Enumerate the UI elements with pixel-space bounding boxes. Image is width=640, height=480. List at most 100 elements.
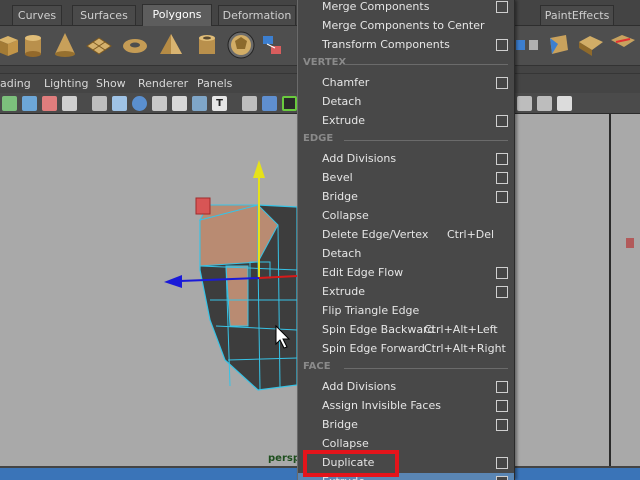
resolution-gate-icon[interactable] — [282, 96, 297, 111]
menu-item-shortcut: Ctrl+Del — [447, 228, 495, 241]
poly-soccer-ball-icon[interactable] — [226, 30, 256, 60]
safe-action-icon[interactable] — [537, 96, 552, 111]
menu-item-bevel[interactable]: Bevel — [298, 169, 514, 188]
menu-section-title: FACE — [303, 361, 331, 372]
menu-item-detach[interactable]: Detach — [298, 245, 514, 264]
menu-item-label: Add Divisions — [322, 380, 397, 393]
smooth-shade-icon[interactable] — [132, 96, 147, 111]
field-chart-icon[interactable] — [517, 96, 532, 111]
menu-section-edge: EDGE — [298, 132, 514, 148]
menu-section-title: VERTEX — [303, 57, 347, 68]
menu-item-spin-edge-forward[interactable]: Spin Edge Forward Ctrl+Alt+Right — [298, 340, 514, 359]
menu-item-assign-invisible-faces[interactable]: Assign Invisible Faces — [298, 397, 514, 416]
menu-item-label: Flip Triangle Edge — [322, 304, 420, 317]
option-box-icon[interactable] — [496, 419, 508, 431]
menu-item-label: Add Divisions — [322, 152, 397, 165]
menu-item-spin-edge-backward[interactable]: Spin Edge Backward Ctrl+Alt+Left — [298, 321, 514, 340]
isolate-select-icon[interactable] — [242, 96, 257, 111]
menu-item-chamfer[interactable]: Chamfer — [298, 74, 514, 93]
menu-item-label: Collapse — [322, 209, 369, 222]
menu-section-face: FACE — [298, 360, 514, 376]
menu-renderer[interactable]: Renderer — [138, 77, 188, 90]
option-box-icon[interactable] — [496, 400, 508, 412]
menu-item-label: Detach — [322, 247, 362, 260]
menu-item-label: Bevel — [322, 171, 353, 184]
menu-item-flip-triangle-edge[interactable]: Flip Triangle Edge — [298, 302, 514, 321]
tab-painteffects[interactable]: PaintEffects — [540, 5, 614, 25]
menu-item-bridge[interactable]: Bridge — [298, 416, 514, 435]
tab-deformation[interactable]: Deformation — [218, 5, 296, 25]
menu-section-vertex: VERTEX — [298, 56, 514, 72]
use-default-material-icon[interactable] — [262, 96, 277, 111]
menu-item-delete-edge-vertex[interactable]: Delete Edge/Vertex Ctrl+Del — [298, 226, 514, 245]
polygon-mesh[interactable] — [199, 204, 298, 391]
menu-item-bridge[interactable]: Bridge — [298, 188, 514, 207]
menu-panels[interactable]: Panels — [197, 77, 232, 90]
option-box-icon[interactable] — [496, 172, 508, 184]
tab-surfaces[interactable]: Surfaces — [72, 5, 136, 25]
menu-item-add-divisions[interactable]: Add Divisions — [298, 378, 514, 397]
option-box-icon[interactable] — [496, 191, 508, 203]
menu-shading[interactable]: ading — [0, 77, 31, 90]
poly-torus-icon[interactable] — [120, 30, 150, 60]
extrude-tool-icon[interactable] — [544, 30, 574, 60]
option-box-icon[interactable] — [496, 381, 508, 393]
menu-item-shortcut: Ctrl+Alt+Left — [424, 323, 498, 336]
menu-item-edit-edge-flow[interactable]: Edit Edge Flow — [298, 264, 514, 283]
grid-icon[interactable] — [112, 96, 127, 111]
menu-item-label: Extrude — [322, 285, 366, 298]
option-box-icon[interactable] — [496, 286, 508, 298]
wireframe-on-shaded-icon[interactable] — [172, 96, 187, 111]
camera-attributes-icon[interactable] — [22, 96, 37, 111]
option-box-icon[interactable] — [496, 1, 508, 13]
menu-item-extrude[interactable]: Extrude — [298, 112, 514, 131]
menu-lighting[interactable]: Lighting — [44, 77, 88, 90]
menu-item-transform-components[interactable]: Transform Components — [298, 36, 514, 55]
poly-cone-icon[interactable] — [50, 30, 80, 60]
menu-show[interactable]: Show — [96, 77, 126, 90]
split-polygon-icon[interactable] — [608, 30, 638, 60]
xray-icon[interactable] — [192, 96, 207, 111]
menu-item-extrude[interactable]: Extrude — [298, 283, 514, 302]
menu-item-label: Assign Invisible Faces — [322, 399, 441, 412]
option-box-icon[interactable] — [496, 77, 508, 89]
menu-item-collapse[interactable]: Collapse — [298, 207, 514, 226]
menu-section-divider — [344, 64, 508, 65]
bridge-tool-icon[interactable] — [512, 30, 542, 60]
menu-item-label: Spin Edge Backward — [322, 323, 435, 336]
select-camera-icon[interactable] — [2, 96, 17, 111]
menu-section-title: EDGE — [303, 133, 334, 144]
poly-pyramid-icon[interactable] — [156, 30, 186, 60]
poly-plane-icon[interactable] — [84, 30, 114, 60]
image-plane-icon[interactable] — [62, 96, 77, 111]
share-icon[interactable] — [557, 96, 572, 111]
option-box-icon[interactable] — [496, 457, 508, 469]
flat-shade-icon[interactable] — [152, 96, 167, 111]
menu-item-label: Bridge — [322, 418, 358, 431]
tab-curves[interactable]: Curves — [12, 5, 62, 25]
option-box-icon[interactable] — [496, 39, 508, 51]
y-axis-arrow — [253, 160, 265, 178]
menu-section-divider — [344, 368, 508, 369]
append-polygon-icon[interactable] — [576, 30, 606, 60]
menu-item-detach[interactable]: Detach — [298, 93, 514, 112]
edit-mesh-menu: Merge Components Merge Components to Cent… — [297, 0, 515, 480]
bookmark-icon[interactable] — [42, 96, 57, 111]
pivot-marker — [195, 197, 211, 215]
menu-item-add-divisions[interactable]: Add Divisions — [298, 150, 514, 169]
menu-item-merge-components[interactable]: Merge Components — [298, 0, 514, 17]
tab-polygons[interactable]: Polygons — [142, 4, 212, 26]
combine-icon[interactable] — [258, 30, 288, 60]
poly-pipe-icon[interactable] — [192, 30, 222, 60]
menu-item-label: Chamfer — [322, 76, 370, 89]
menu-item-merge-components-to-center[interactable]: Merge Components to Center — [298, 17, 514, 36]
poly-cylinder-icon[interactable] — [18, 30, 48, 60]
textured-icon[interactable]: T — [212, 96, 227, 111]
option-box-icon[interactable] — [496, 115, 508, 127]
option-box-icon[interactable] — [496, 267, 508, 279]
option-box-icon[interactable] — [496, 153, 508, 165]
side-marker-icon — [626, 238, 634, 248]
option-box-icon[interactable] — [496, 476, 508, 480]
wireframe-icon[interactable] — [92, 96, 107, 111]
menu-item-label: Bridge — [322, 190, 358, 203]
